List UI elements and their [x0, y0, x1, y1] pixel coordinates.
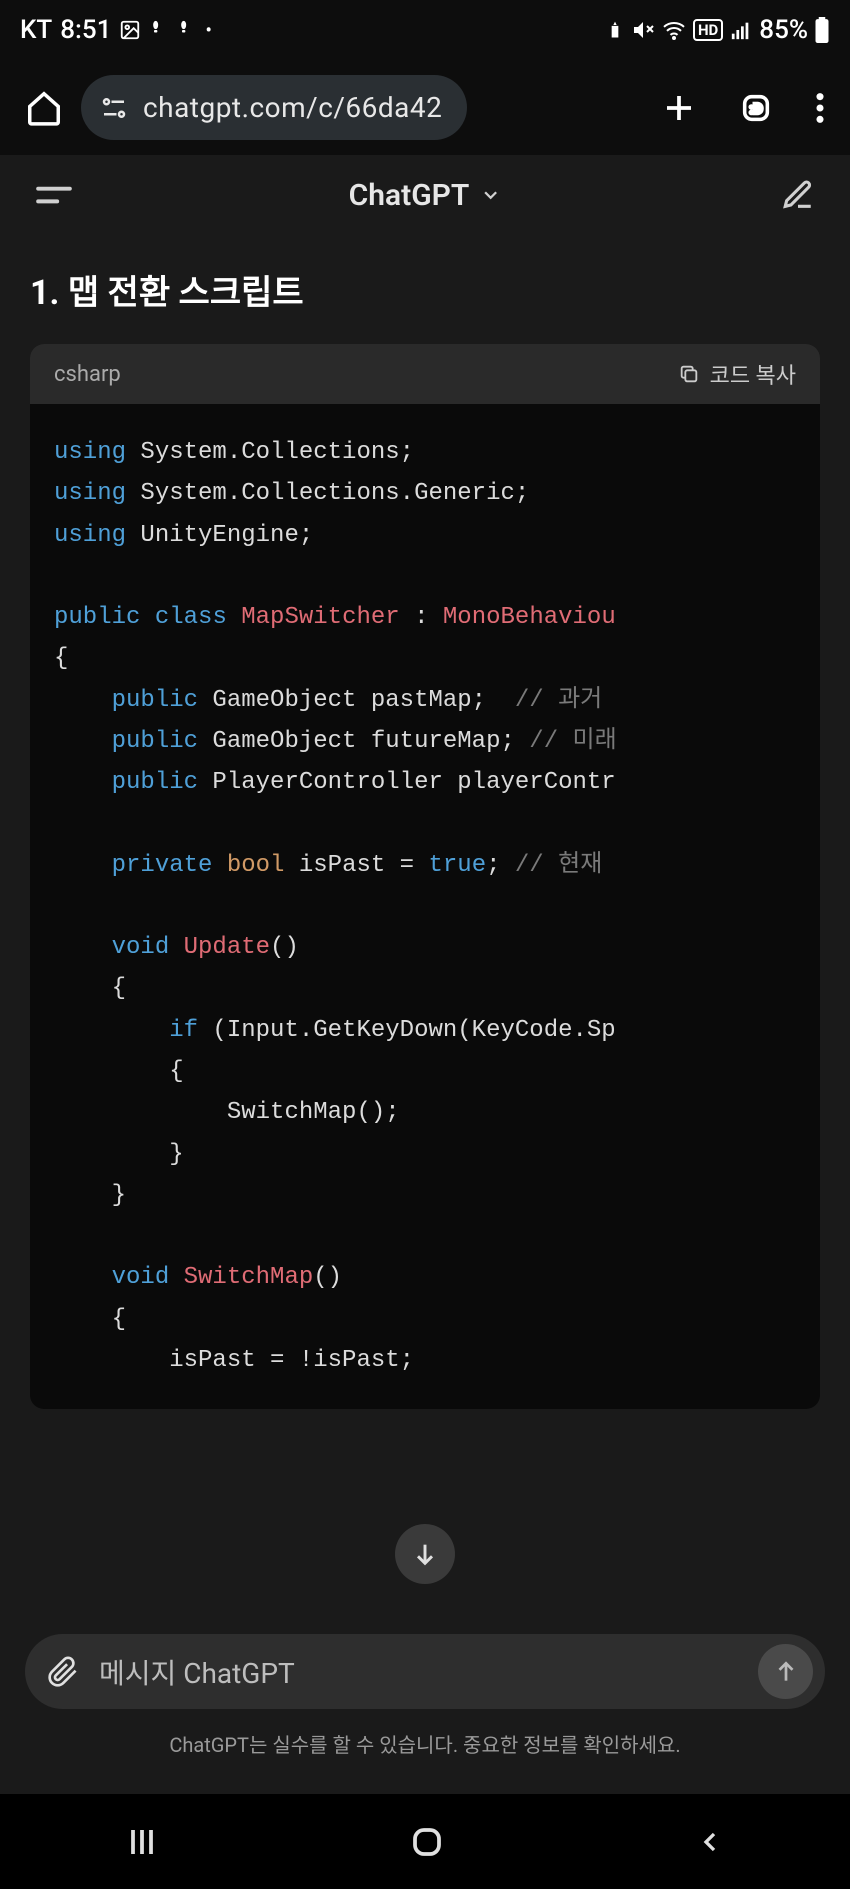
copy-label: 코드 복사	[710, 358, 796, 390]
tabs-icon[interactable]: :D	[739, 91, 773, 125]
disclaimer-text: ChatGPT는 실수를 할 수 있습니다. 중요한 정보를 확인하세요.	[25, 1729, 825, 1758]
content-area: 1. 맵 전환 스크립트 csharp 코드 복사 using System.C…	[0, 235, 850, 1624]
recents-button[interactable]	[124, 1824, 160, 1860]
back-button[interactable]	[694, 1826, 726, 1858]
code-block: csharp 코드 복사 using System.Collections; u…	[30, 344, 820, 1409]
carrier-label: KT	[20, 15, 52, 45]
chevron-down-icon	[479, 184, 501, 206]
overflow-menu-icon[interactable]	[815, 91, 825, 125]
code-header: csharp 코드 복사	[30, 344, 820, 404]
header-title-group[interactable]: ChatGPT	[349, 178, 502, 213]
url-bar[interactable]: chatgpt.com/c/66da42	[81, 75, 467, 140]
picture-icon	[119, 19, 141, 41]
battery-percent: 85%	[759, 15, 808, 45]
code-content[interactable]: using System.Collections; using System.C…	[30, 404, 820, 1409]
attachment-icon[interactable]	[47, 1656, 79, 1688]
signal-icon	[729, 19, 753, 41]
header-title: ChatGPT	[349, 178, 470, 213]
site-settings-icon[interactable]	[99, 93, 129, 123]
input-area: 메시지 ChatGPT ChatGPT는 실수를 할 수 있습니다. 중요한 정…	[0, 1624, 850, 1794]
browser-bar: chatgpt.com/c/66da42 :D	[0, 60, 850, 155]
svg-text::D: :D	[749, 101, 762, 117]
clock: 8:51	[60, 15, 111, 45]
copy-icon	[678, 363, 700, 385]
code-language: csharp	[54, 362, 121, 387]
compose-icon[interactable]	[781, 178, 815, 212]
send-button[interactable]	[758, 1644, 813, 1699]
system-nav-bar	[0, 1794, 850, 1889]
wifi-icon	[661, 18, 687, 42]
footsteps-icon-2	[177, 19, 197, 41]
app-header: ChatGPT	[0, 155, 850, 235]
hd-icon: HD	[693, 19, 723, 41]
home-button[interactable]	[409, 1824, 445, 1860]
home-icon[interactable]	[25, 89, 63, 127]
url-text: chatgpt.com/c/66da42	[143, 91, 442, 124]
mute-icon	[631, 18, 655, 42]
input-placeholder: 메시지 ChatGPT	[99, 1652, 738, 1692]
copy-code-button[interactable]: 코드 복사	[678, 358, 796, 390]
dot-icon: •	[205, 20, 211, 41]
section-heading: 1. 맵 전환 스크립트	[30, 265, 820, 314]
status-bar: KT 8:51 • HD 85%	[0, 0, 850, 60]
scroll-down-button[interactable]	[395, 1524, 455, 1584]
battery-icon	[814, 17, 830, 43]
menu-icon[interactable]	[35, 182, 73, 208]
battery-saver-icon	[605, 18, 625, 42]
footsteps-icon	[149, 19, 169, 41]
new-tab-icon[interactable]	[661, 90, 697, 126]
message-input[interactable]: 메시지 ChatGPT	[25, 1634, 825, 1709]
